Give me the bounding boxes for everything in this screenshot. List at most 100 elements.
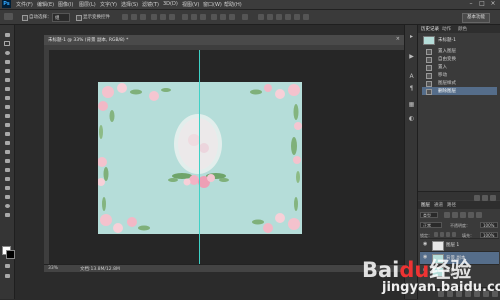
3d-slide-icon[interactable] bbox=[294, 14, 300, 20]
history-item[interactable]: 自由变换 bbox=[422, 55, 497, 63]
menu-3d[interactable]: 3D(D) bbox=[163, 1, 178, 7]
zoom-tool-icon[interactable] bbox=[3, 202, 11, 209]
lock-all-icon[interactable] bbox=[452, 232, 456, 237]
eyedropper-tool-icon[interactable] bbox=[3, 76, 11, 83]
zoom-level[interactable]: 33% bbox=[48, 266, 58, 271]
filter-pixel-icon[interactable] bbox=[444, 212, 450, 218]
history-item[interactable]: 置入 bbox=[422, 63, 497, 71]
history-item-active[interactable]: 删除图层 bbox=[422, 87, 497, 95]
brush-tool-icon[interactable] bbox=[3, 94, 11, 101]
3d-mode-icon[interactable] bbox=[258, 14, 264, 20]
character-icon[interactable]: A bbox=[408, 73, 415, 80]
distribute-bottom-icon[interactable] bbox=[200, 14, 206, 20]
visibility-eye-icon[interactable]: ◉ bbox=[423, 242, 428, 247]
history-icon[interactable]: ▸ bbox=[408, 33, 415, 40]
adjustments-icon[interactable]: ◐ bbox=[408, 115, 415, 122]
filter-type-icon[interactable] bbox=[460, 212, 466, 218]
gradient-tool-icon[interactable] bbox=[3, 130, 11, 137]
tab-layers[interactable]: 图层 bbox=[421, 202, 430, 208]
healing-brush-tool-icon[interactable] bbox=[3, 85, 11, 92]
tab-color[interactable]: 颜色 bbox=[458, 26, 467, 32]
align-right-icon[interactable] bbox=[169, 14, 175, 20]
close-window-button[interactable]: × bbox=[488, 0, 498, 8]
lock-position-icon[interactable] bbox=[446, 232, 450, 237]
workspace-switcher[interactable]: 基本功能 bbox=[462, 13, 490, 23]
opacity-input[interactable]: 100% bbox=[480, 222, 498, 228]
align-bottom-icon[interactable] bbox=[140, 14, 146, 20]
screen-mode-icon[interactable] bbox=[3, 272, 11, 279]
layer-row[interactable]: ◉ 图层 1 bbox=[420, 238, 499, 251]
filter-adjustment-icon[interactable] bbox=[452, 212, 458, 218]
align-vcenter-icon[interactable] bbox=[131, 14, 137, 20]
distribute-vcenter-icon[interactable] bbox=[191, 14, 197, 20]
hand-tool-icon[interactable] bbox=[3, 193, 11, 200]
align-top-icon[interactable] bbox=[122, 14, 128, 20]
history-item[interactable]: 图层样式 bbox=[422, 79, 497, 87]
actions-icon[interactable]: ▶ bbox=[408, 53, 415, 60]
tab-channels[interactable]: 通道 bbox=[434, 202, 443, 208]
swatches-icon[interactable]: ▦ bbox=[408, 101, 415, 108]
history-snapshot[interactable]: 未标题-1 bbox=[422, 35, 497, 45]
quick-select-tool-icon[interactable] bbox=[3, 58, 11, 65]
lock-image-icon[interactable] bbox=[440, 232, 444, 237]
vertical-guide-line[interactable] bbox=[199, 50, 200, 264]
show-transform-checkbox[interactable] bbox=[76, 15, 82, 21]
filter-smart-object-icon[interactable] bbox=[476, 212, 482, 218]
menu-view[interactable]: 视图(V) bbox=[182, 1, 199, 8]
move-tool-preset-icon[interactable] bbox=[4, 13, 13, 20]
marquee-tool-icon[interactable] bbox=[3, 40, 11, 47]
menu-select[interactable]: 选择(S) bbox=[121, 1, 138, 8]
minimize-button[interactable]: – bbox=[466, 0, 476, 8]
menu-window[interactable]: 窗口(W) bbox=[203, 1, 222, 8]
tab-actions[interactable]: 动作 bbox=[442, 26, 451, 32]
3d-rotate-icon[interactable] bbox=[267, 14, 273, 20]
type-tool-icon[interactable] bbox=[3, 166, 11, 173]
clone-stamp-tool-icon[interactable] bbox=[3, 103, 11, 110]
menu-help[interactable]: 帮助(H) bbox=[224, 1, 242, 8]
menu-image[interactable]: 图像(I) bbox=[58, 1, 73, 8]
more-tools-icon[interactable] bbox=[3, 211, 11, 218]
eraser-tool-icon[interactable] bbox=[3, 121, 11, 128]
close-icon[interactable]: × bbox=[396, 36, 400, 42]
distribute-hcenter-icon[interactable] bbox=[220, 14, 226, 20]
tab-history[interactable]: 历史记录 bbox=[421, 26, 439, 32]
paragraph-icon[interactable]: ¶ bbox=[408, 85, 415, 92]
menu-edit[interactable]: 编辑(E) bbox=[37, 1, 54, 8]
3d-pan-icon[interactable] bbox=[285, 14, 291, 20]
3d-roll-icon[interactable] bbox=[276, 14, 282, 20]
history-item[interactable]: 移动 bbox=[422, 71, 497, 79]
auto-select-checkbox[interactable] bbox=[22, 15, 28, 21]
history-brush-tool-icon[interactable] bbox=[3, 112, 11, 119]
history-item[interactable]: 置入图层 bbox=[422, 47, 497, 55]
distribute-left-icon[interactable] bbox=[211, 14, 217, 20]
tab-paths[interactable]: 路径 bbox=[447, 202, 456, 208]
path-select-tool-icon[interactable] bbox=[3, 175, 11, 182]
menu-type[interactable]: 文字(Y) bbox=[100, 1, 117, 8]
filter-shape-icon[interactable] bbox=[468, 212, 474, 218]
align-left-icon[interactable] bbox=[151, 14, 157, 20]
auto-align-icon[interactable] bbox=[242, 14, 248, 20]
menu-file[interactable]: 文件(F) bbox=[16, 1, 33, 8]
pen-tool-icon[interactable] bbox=[3, 157, 11, 164]
align-hcenter-icon[interactable] bbox=[160, 14, 166, 20]
3d-scale-icon[interactable] bbox=[303, 14, 309, 20]
auto-select-dropdown[interactable]: 组 bbox=[52, 13, 70, 22]
maximize-button[interactable]: □ bbox=[477, 0, 487, 8]
menu-filter[interactable]: 滤镜(T) bbox=[142, 1, 159, 8]
lock-transparent-icon[interactable] bbox=[434, 232, 438, 237]
document-size-info[interactable]: 文档:13.8M/12.8M bbox=[80, 266, 120, 272]
lasso-tool-icon[interactable] bbox=[3, 49, 11, 56]
layer-kind-dropdown[interactable]: 类型 bbox=[420, 212, 438, 218]
blur-tool-icon[interactable] bbox=[3, 139, 11, 146]
distribute-right-icon[interactable] bbox=[229, 14, 235, 20]
blend-mode-dropdown[interactable]: 正常 bbox=[420, 222, 442, 228]
distribute-top-icon[interactable] bbox=[182, 14, 188, 20]
document-canvas[interactable] bbox=[98, 82, 302, 234]
shape-tool-icon[interactable] bbox=[3, 184, 11, 191]
quick-mask-icon[interactable] bbox=[3, 262, 11, 269]
background-color-swatch[interactable] bbox=[6, 250, 15, 259]
dodge-tool-icon[interactable] bbox=[3, 148, 11, 155]
menu-layer[interactable]: 图层(L) bbox=[79, 1, 96, 8]
move-tool-icon[interactable] bbox=[3, 31, 11, 38]
crop-tool-icon[interactable] bbox=[3, 67, 11, 74]
